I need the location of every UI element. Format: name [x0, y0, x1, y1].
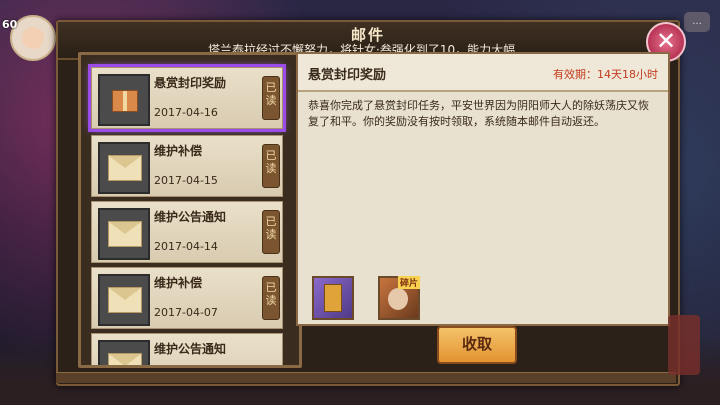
mail-item-2[interactable]: 维护公告通知 2017-04-14 已读	[91, 201, 283, 263]
mail-subject: 维护公告通知	[154, 342, 227, 356]
mail-thumbnail	[98, 274, 150, 326]
mail-list[interactable]: 悬赏封印奖励 2017-04-16 已读 维护补偿 2017-04-15 已读 …	[78, 52, 302, 368]
gift-icon	[112, 90, 138, 112]
mail-item-4[interactable]: 维护公告通知	[91, 333, 283, 365]
mail-detail-title: 悬赏封印奖励	[308, 68, 387, 83]
mail-thumbnail	[98, 340, 150, 365]
envelope-icon	[108, 287, 142, 313]
shikigami-portrait	[388, 288, 408, 310]
mail-date: 2017-04-07	[154, 306, 218, 319]
envelope-icon	[108, 221, 142, 247]
mail-read-tag: 已读	[262, 144, 280, 188]
mail-subject: 维护补偿	[154, 144, 203, 158]
mail-validity: 有效期：14天18小时	[553, 68, 658, 81]
envelope-icon	[108, 353, 142, 365]
amulet-icon	[324, 284, 342, 312]
mail-date: 2017-04-15	[154, 174, 218, 187]
mail-body-text: 恭喜你完成了悬赏封印任务，平安世界因为阴阳师大人的除妖荡庆又恢复了和平。你的奖励…	[308, 99, 649, 128]
mail-read-tag: 已读	[262, 210, 280, 254]
mail-read-tag: 已读	[262, 76, 280, 120]
mail-subject: 维护补偿	[154, 276, 203, 290]
chat-icon[interactable]: ...	[684, 12, 710, 32]
mail-thumbnail	[98, 142, 150, 194]
window-bottom-frame	[56, 372, 676, 383]
side-scroll-decoration	[668, 315, 700, 375]
mail-date: 2017-04-16	[154, 106, 218, 119]
player-level: 60	[2, 18, 18, 31]
shikigami-shard-reward-icon[interactable]: 碎片	[378, 276, 420, 320]
mail-detail-header: 悬赏封印奖励 有效期：14天18小时	[298, 54, 668, 92]
collect-button[interactable]: 收取	[437, 326, 517, 364]
mail-subject: 悬赏封印奖励	[154, 76, 227, 90]
mail-thumbnail	[98, 74, 150, 126]
amulet-reward-icon[interactable]	[312, 276, 354, 320]
mail-read-tag: 已读	[262, 276, 280, 320]
mail-date: 2017-04-14	[154, 240, 218, 253]
mail-subject: 维护公告通知	[154, 210, 227, 224]
shard-label: 碎片	[397, 276, 420, 289]
mail-thumbnail	[98, 208, 150, 260]
mail-item-0[interactable]: 悬赏封印奖励 2017-04-16 已读	[88, 64, 286, 132]
envelope-icon	[108, 155, 142, 181]
mail-item-1[interactable]: 维护补偿 2017-04-15 已读	[91, 135, 283, 197]
mail-detail-panel: 悬赏封印奖励 有效期：14天18小时 恭喜你完成了悬赏封印任务，平安世界因为阴阳…	[296, 52, 670, 326]
avatar-face	[22, 27, 44, 49]
mail-item-3[interactable]: 维护补偿 2017-04-07 已读	[91, 267, 283, 329]
